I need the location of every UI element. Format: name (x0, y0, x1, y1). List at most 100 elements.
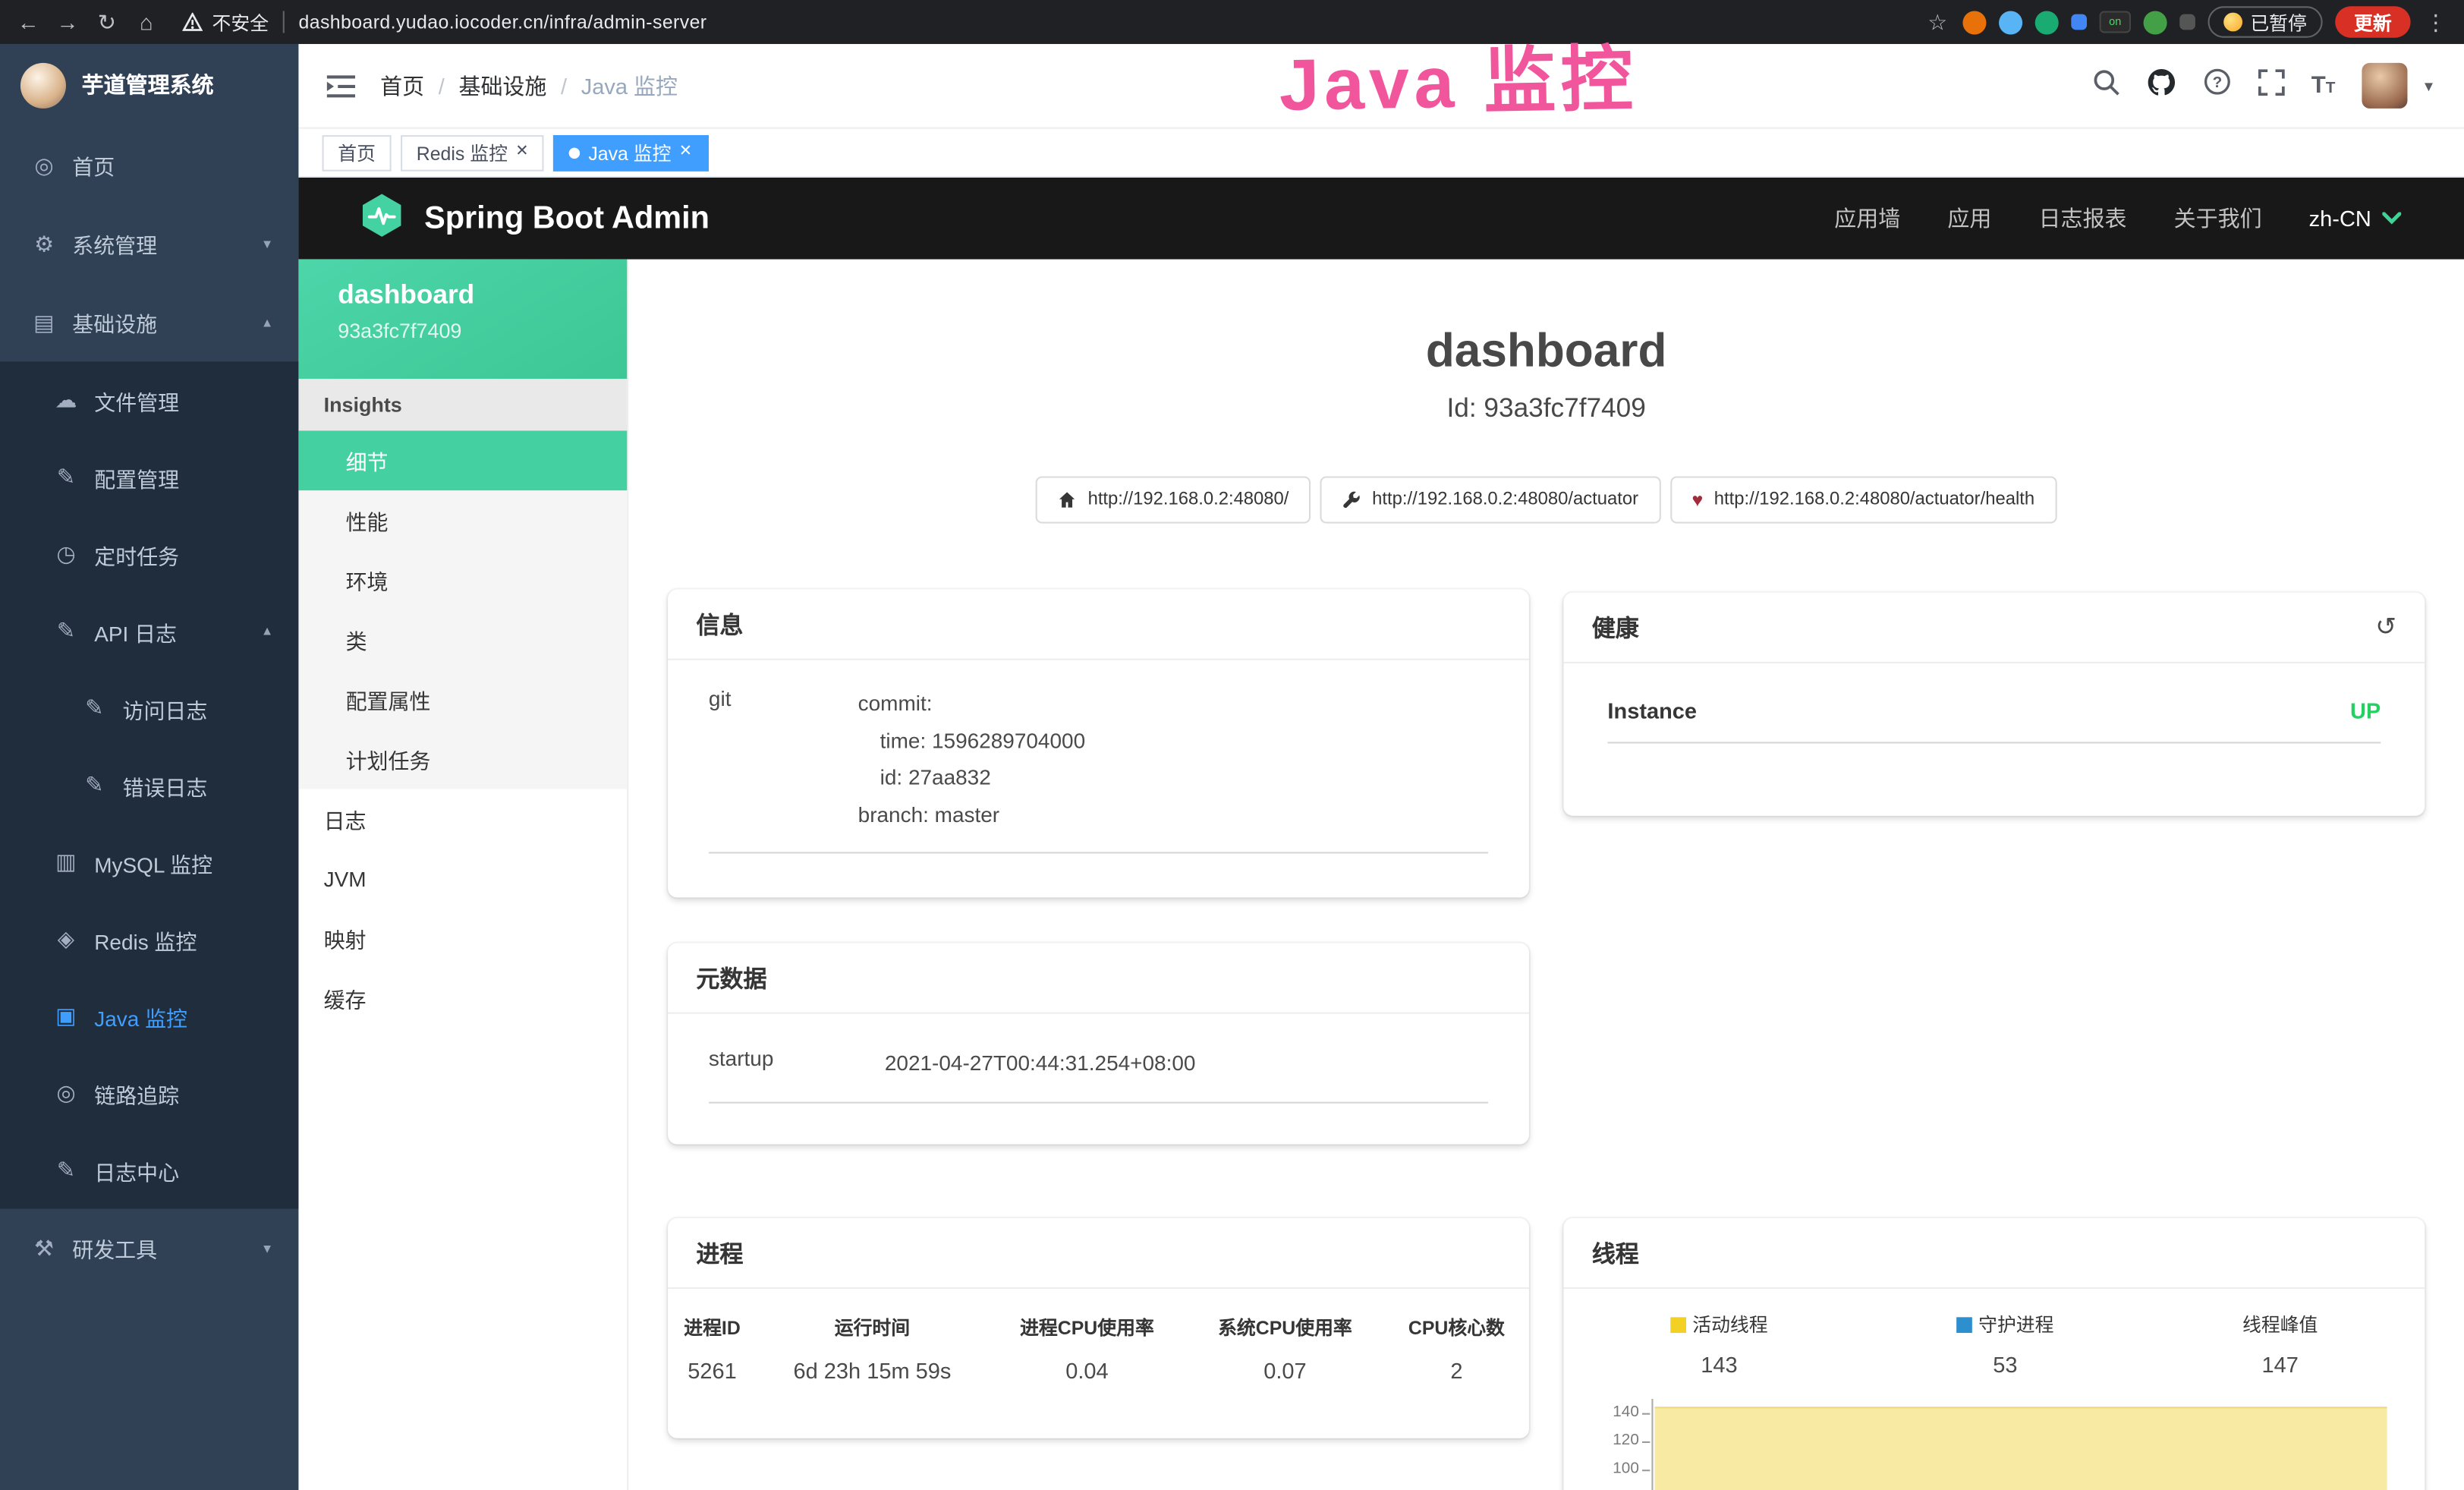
sidebar-item-devtools[interactable]: ⚒ 研发工具 ▼ (0, 1208, 298, 1287)
instance-id: Id: 93a3fc7f7409 (628, 393, 2464, 424)
health-instance-label: Instance (1607, 698, 1697, 723)
infra-icon: ▤ (31, 309, 56, 335)
sba-item-mappings[interactable]: 映射 (298, 909, 627, 969)
database-icon: ▥ (53, 849, 78, 875)
sba-item-metrics[interactable]: 性能 (298, 490, 627, 550)
sidebar-item-log-center[interactable]: ✎ 日志中心 (0, 1132, 298, 1208)
sba-nav-applications[interactable]: 应用 (1947, 203, 1991, 234)
sba-nav-journal[interactable]: 日志报表 (2039, 203, 2127, 234)
home-icon[interactable]: ⌂ (134, 9, 159, 34)
legend-value: 53 (1956, 1352, 2053, 1377)
y-tick-100: 100 (1589, 1460, 1639, 1479)
tab-home[interactable]: 首页 (323, 134, 392, 171)
close-icon[interactable]: ✕ (679, 145, 692, 161)
log-icon: ✎ (53, 618, 78, 644)
security-chip[interactable]: 不安全 (182, 8, 269, 35)
sba-nav-wallboard[interactable]: 应用墙 (1834, 203, 1900, 234)
sidebar-item-java-monitor[interactable]: ▣ Java 监控 (0, 978, 298, 1054)
sidebar-item-tracing[interactable]: ◎ 链路追踪 (0, 1055, 298, 1132)
tab-redis-monitor[interactable]: Redis 监控 ✕ (401, 134, 544, 171)
extension-icon-green-v[interactable] (2035, 10, 2059, 33)
val-system-cpu: 0.07 (1186, 1347, 1384, 1394)
info-card-header: 信息 (668, 590, 1529, 660)
avatar-caret-icon[interactable]: ▼ (2422, 78, 2435, 94)
sba-item-logs[interactable]: 日志 (298, 789, 627, 849)
file-icon: ☁ (53, 386, 78, 413)
locale-select[interactable]: zh-CN (2309, 206, 2401, 231)
extension-icon-puzzle[interactable] (2179, 14, 2195, 30)
sba-item-details[interactable]: 细节 (298, 430, 627, 490)
search-icon[interactable] (2093, 68, 2119, 103)
history-icon[interactable]: ↺ (2375, 612, 2396, 643)
sba-item-config-props[interactable]: 配置属性 (298, 669, 627, 729)
actuator-url-button[interactable]: http://192.168.0.2:48080/actuator (1320, 476, 1660, 523)
sidebar-item-jobs[interactable]: ◷ 定时任务 (0, 515, 298, 592)
collapse-sidebar-icon[interactable] (327, 73, 355, 98)
sba-item-classes[interactable]: 类 (298, 610, 627, 669)
card-title: 进程 (696, 1236, 743, 1269)
sba-item-jvm[interactable]: JVM (298, 849, 627, 909)
sidebar-item-home[interactable]: ◎ 首页 (0, 126, 298, 205)
sidebar-item-error-log[interactable]: ✎ 错误日志 (0, 747, 298, 824)
sidebar-item-config[interactable]: ✎ 配置管理 (0, 439, 298, 515)
forward-icon[interactable]: → (55, 9, 80, 34)
breadcrumb-infra[interactable]: 基础设施 (458, 70, 546, 101)
tab-java-monitor[interactable]: Java 监控 ✕ (554, 134, 708, 171)
extension-icon-leaf[interactable] (2144, 10, 2167, 33)
sba-sidebar: dashboard 93a3fc7f7409 Insights 细节 性能 环境… (298, 260, 628, 1490)
card-title: 元数据 (696, 961, 766, 994)
extension-icon-on-badge[interactable]: on (2100, 11, 2131, 33)
sidebar-item-access-log[interactable]: ✎ 访问日志 (0, 669, 298, 746)
dashboard-icon: ◎ (31, 152, 56, 178)
metadata-value: 2021-04-27T00:44:31.254+08:00 (885, 1045, 1196, 1082)
tab-label: 首页 (338, 139, 376, 165)
sidebar-item-label: 错误日志 (123, 770, 208, 801)
sidebar-item-infra[interactable]: ▤ 基础设施 ▲ (0, 283, 298, 362)
close-icon[interactable]: ✕ (515, 145, 528, 161)
legend-value: 143 (1670, 1352, 1767, 1377)
extension-icon-grid[interactable] (2071, 14, 2087, 30)
reload-icon[interactable]: ↻ (94, 8, 119, 35)
bookmark-star-icon[interactable]: ☆ (1925, 8, 1950, 35)
sba-nav-about[interactable]: 关于我们 (2174, 203, 2262, 234)
sidebar-item-label: 日志中心 (94, 1155, 179, 1186)
sba-item-scheduled-tasks[interactable]: 计划任务 (298, 729, 627, 789)
font-size-icon[interactable]: TT (2311, 72, 2336, 99)
sidebar-item-files[interactable]: ☁ 文件管理 (0, 361, 298, 438)
help-icon[interactable]: ? (2203, 68, 2231, 104)
service-url-button[interactable]: http://192.168.0.2:48080/ (1036, 476, 1311, 523)
github-icon[interactable] (2146, 67, 2176, 105)
health-status-badge: UP (2350, 698, 2381, 723)
extension-icon-droplet[interactable] (1999, 10, 2022, 33)
back-icon[interactable]: ← (16, 9, 41, 34)
extension-icon-orange[interactable] (1962, 10, 1986, 33)
app-logo[interactable]: 芋道管理系统 (0, 44, 298, 126)
paused-badge[interactable]: 已暂停 (2208, 6, 2322, 37)
breadcrumb: 首页 / 基础设施 / Java 监控 (380, 70, 678, 101)
sidebar-item-label: 首页 (72, 150, 115, 181)
sidebar-item-label: 访问日志 (123, 692, 208, 723)
update-button[interactable]: 更新 (2335, 6, 2410, 37)
health-url-button[interactable]: ♥ http://192.168.0.2:48080/actuator/heal… (1669, 476, 2056, 523)
sidebar-item-api-log[interactable]: ✎ API 日志 ▲ (0, 593, 298, 669)
val-cpu-cores: 2 (1384, 1347, 1529, 1394)
sba-item-environment[interactable]: 环境 (298, 550, 627, 610)
sidebar-item-redis[interactable]: ◈ Redis 监控 (0, 901, 298, 978)
health-url: http://192.168.0.2:48080/actuator/health (1714, 490, 2034, 509)
sba-item-caches[interactable]: 缓存 (298, 969, 627, 1029)
address-bar[interactable]: dashboard.yudao.iocoder.cn/infra/admin-s… (298, 11, 706, 33)
chrome-menu-icon[interactable]: ⋮ (2423, 8, 2448, 35)
divider (283, 11, 285, 33)
user-avatar[interactable] (2362, 63, 2408, 109)
security-label: 不安全 (212, 8, 269, 35)
tick-mark (1642, 1441, 1650, 1443)
sidebar-item-mysql[interactable]: ▥ MySQL 监控 (0, 824, 298, 900)
sidebar-item-system[interactable]: ⚙ 系统管理 ▼ (0, 204, 298, 283)
git-branch-line: branch: master (858, 796, 1085, 833)
sba-app-header[interactable]: dashboard 93a3fc7f7409 (298, 260, 627, 379)
monitor-icon: ▣ (53, 1003, 78, 1029)
fullscreen-icon[interactable] (2258, 68, 2284, 103)
breadcrumb-home[interactable]: 首页 (380, 70, 424, 101)
app-sidebar: 芋道管理系统 ◎ 首页 ⚙ 系统管理 ▼ ▤ 基础设施 ▲ ☁ 文件管理 ✎ 配… (0, 44, 298, 1490)
health-card: 健康 ↺ Instance UP (1563, 593, 2425, 816)
